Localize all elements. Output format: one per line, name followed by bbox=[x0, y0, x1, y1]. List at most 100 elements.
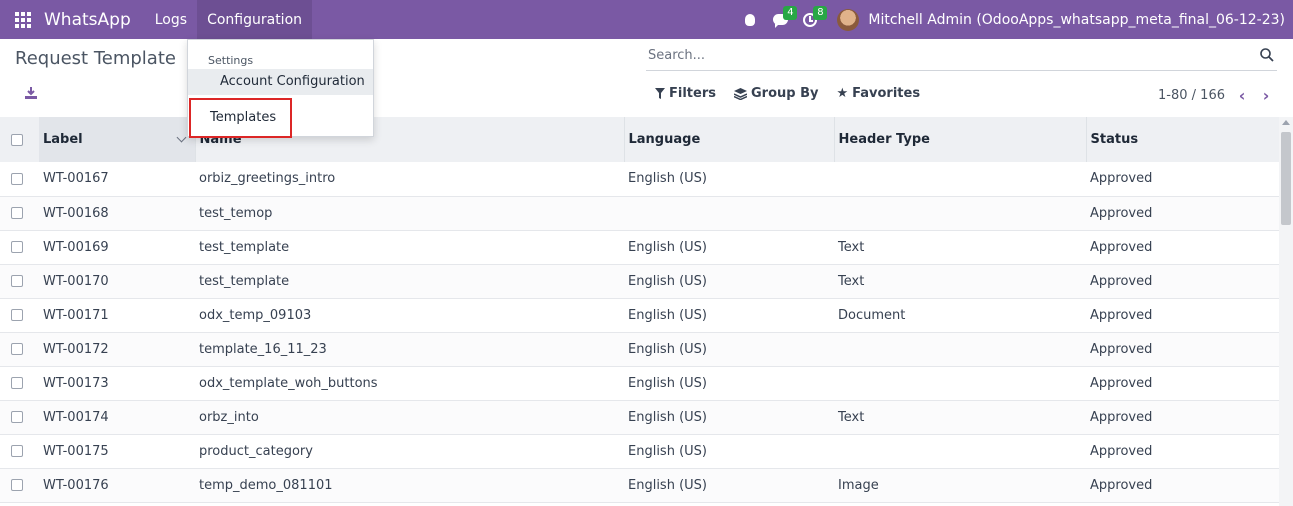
header-type-cell: Image bbox=[834, 468, 1086, 503]
systray: 4 8 Mitchell Admin (OdooApps_whatsapp_me… bbox=[737, 0, 1285, 39]
download-icon bbox=[25, 87, 37, 99]
status-cell: Approved bbox=[1086, 332, 1279, 367]
status-cell: Approved bbox=[1086, 468, 1279, 503]
row-select-cell bbox=[0, 400, 39, 435]
row-checkbox[interactable] bbox=[11, 207, 23, 219]
status-cell: Approved bbox=[1086, 434, 1279, 469]
menu-configuration[interactable]: Configuration bbox=[197, 0, 313, 39]
scrollbar-thumb[interactable] bbox=[1281, 132, 1291, 225]
activities-badge: 8 bbox=[813, 6, 828, 20]
header-type-cell bbox=[834, 196, 1086, 231]
user-menu[interactable]: Mitchell Admin (OdooApps_whatsapp_meta_f… bbox=[868, 12, 1285, 28]
name-cell: product_category bbox=[195, 434, 624, 469]
name-cell: orbz_into bbox=[195, 400, 624, 435]
pager-value[interactable]: 1-80 / 166 bbox=[1158, 88, 1225, 103]
pager-next-icon[interactable]: › bbox=[1259, 86, 1273, 105]
app-name[interactable]: WhatsApp bbox=[44, 10, 131, 30]
scrollbar[interactable] bbox=[1279, 117, 1293, 506]
activities-button[interactable]: 8 bbox=[797, 0, 828, 39]
language-cell: English (US) bbox=[624, 162, 834, 197]
avatar[interactable] bbox=[837, 8, 860, 31]
select-all-cell bbox=[0, 117, 39, 162]
row-checkbox[interactable] bbox=[11, 411, 23, 423]
language-cell: English (US) bbox=[624, 366, 834, 401]
dropdown-section-header: Settings bbox=[208, 54, 254, 67]
column-header-language[interactable]: Language bbox=[624, 117, 835, 162]
row-checkbox[interactable] bbox=[11, 172, 23, 185]
menu-item-templates[interactable]: Templates bbox=[189, 98, 292, 138]
search-input[interactable] bbox=[646, 47, 1257, 63]
status-cell: Approved bbox=[1086, 230, 1279, 265]
star-icon: ★ bbox=[836, 86, 849, 101]
table-row[interactable]: WT-00171 odx_temp_09103 English (US) Docume… bbox=[0, 298, 1279, 333]
column-header-text: Status bbox=[1090, 132, 1139, 147]
list-view: Label Name Language Header Type Status W… bbox=[0, 117, 1279, 506]
language-cell: English (US) bbox=[624, 332, 834, 367]
table-row[interactable]: WT-00173 odx_template_woh_buttons English … bbox=[0, 366, 1279, 401]
name-cell: odx_template_woh_buttons bbox=[195, 366, 624, 401]
language-cell: English (US) bbox=[624, 400, 834, 435]
menu-item-account-configuration[interactable]: Account Configuration bbox=[188, 69, 373, 95]
row-checkbox[interactable] bbox=[11, 275, 23, 287]
page-title: Request Template bbox=[15, 48, 176, 69]
header-type-cell: Document bbox=[834, 298, 1086, 333]
table-row[interactable]: WT-00167 orbiz_greetings_intro English (US… bbox=[0, 162, 1279, 197]
status-cell: Approved bbox=[1086, 264, 1279, 299]
column-header-header-type[interactable]: Header Type bbox=[834, 117, 1087, 162]
row-checkbox[interactable] bbox=[11, 241, 23, 253]
pager-previous-icon[interactable]: ‹ bbox=[1235, 86, 1249, 105]
row-select-cell bbox=[0, 162, 39, 197]
messages-button[interactable]: 4 bbox=[767, 0, 798, 39]
table-row[interactable]: WT-00169 test_template English (US) Text App… bbox=[0, 230, 1279, 265]
label-cell: WT-00176 bbox=[39, 468, 195, 503]
table-row[interactable]: WT-00172 template_16_11_23 English (US) App… bbox=[0, 332, 1279, 367]
download-button[interactable] bbox=[22, 84, 40, 102]
label-cell: WT-00172 bbox=[39, 332, 195, 367]
row-checkbox[interactable] bbox=[11, 309, 23, 321]
column-header-text: Header Type bbox=[838, 132, 930, 147]
table-row[interactable]: WT-00168 test_temop Approved bbox=[0, 196, 1279, 231]
search-icon[interactable] bbox=[1257, 45, 1277, 65]
select-all-checkbox[interactable] bbox=[11, 133, 23, 146]
column-header-label[interactable]: Label bbox=[39, 117, 196, 162]
table-row[interactable]: WT-00175 product_category English (US) Appr… bbox=[0, 434, 1279, 469]
label-cell: WT-00167 bbox=[39, 162, 195, 197]
row-checkbox[interactable] bbox=[11, 445, 23, 457]
table-row[interactable]: WT-00176 temp_demo_081101 English (US) Imag… bbox=[0, 468, 1279, 503]
label-cell: WT-00173 bbox=[39, 366, 195, 401]
row-checkbox[interactable] bbox=[11, 343, 23, 355]
menu-logs[interactable]: Logs bbox=[145, 0, 197, 39]
top-navbar: WhatsApp Logs Configuration 4 8 Mitchell… bbox=[0, 0, 1293, 39]
layers-icon bbox=[733, 87, 747, 100]
column-header-status[interactable]: Status bbox=[1086, 117, 1279, 162]
table-row[interactable]: WT-00174 orbz_into English (US) Text Approve… bbox=[0, 400, 1279, 435]
header-type-cell bbox=[834, 366, 1086, 401]
scroll-up-icon[interactable] bbox=[1282, 120, 1290, 125]
table-row[interactable]: WT-00170 test_template English (US) Text App… bbox=[0, 264, 1279, 299]
status-cell: Approved bbox=[1086, 366, 1279, 401]
group-by-button[interactable]: Group By bbox=[733, 86, 818, 101]
pager: 1-80 / 166 ‹ › bbox=[1158, 86, 1273, 105]
language-cell: English (US) bbox=[624, 264, 834, 299]
label-cell: WT-00175 bbox=[39, 434, 195, 469]
label-cell: WT-00169 bbox=[39, 230, 195, 265]
label-cell: WT-00168 bbox=[39, 196, 195, 231]
filters-button[interactable]: Filters bbox=[655, 86, 716, 101]
name-cell: orbiz_greetings_intro bbox=[195, 162, 624, 197]
label-cell: WT-00174 bbox=[39, 400, 195, 435]
row-select-cell bbox=[0, 230, 39, 265]
label-cell: WT-00171 bbox=[39, 298, 195, 333]
favorites-button[interactable]: ★ Favorites bbox=[836, 86, 920, 101]
row-select-cell bbox=[0, 468, 39, 503]
apps-grid-icon[interactable] bbox=[0, 0, 46, 39]
row-select-cell bbox=[0, 332, 39, 367]
row-select-cell bbox=[0, 264, 39, 299]
name-cell: test_temop bbox=[195, 196, 624, 231]
row-checkbox[interactable] bbox=[11, 377, 23, 389]
name-cell: odx_temp_09103 bbox=[195, 298, 624, 333]
debug-button[interactable] bbox=[737, 0, 763, 39]
row-checkbox[interactable] bbox=[11, 479, 23, 491]
name-cell: template_16_11_23 bbox=[195, 332, 624, 367]
configuration-dropdown: Settings Account Configuration Templates bbox=[187, 39, 374, 138]
templates-table: Label Name Language Header Type Status W… bbox=[0, 117, 1279, 503]
